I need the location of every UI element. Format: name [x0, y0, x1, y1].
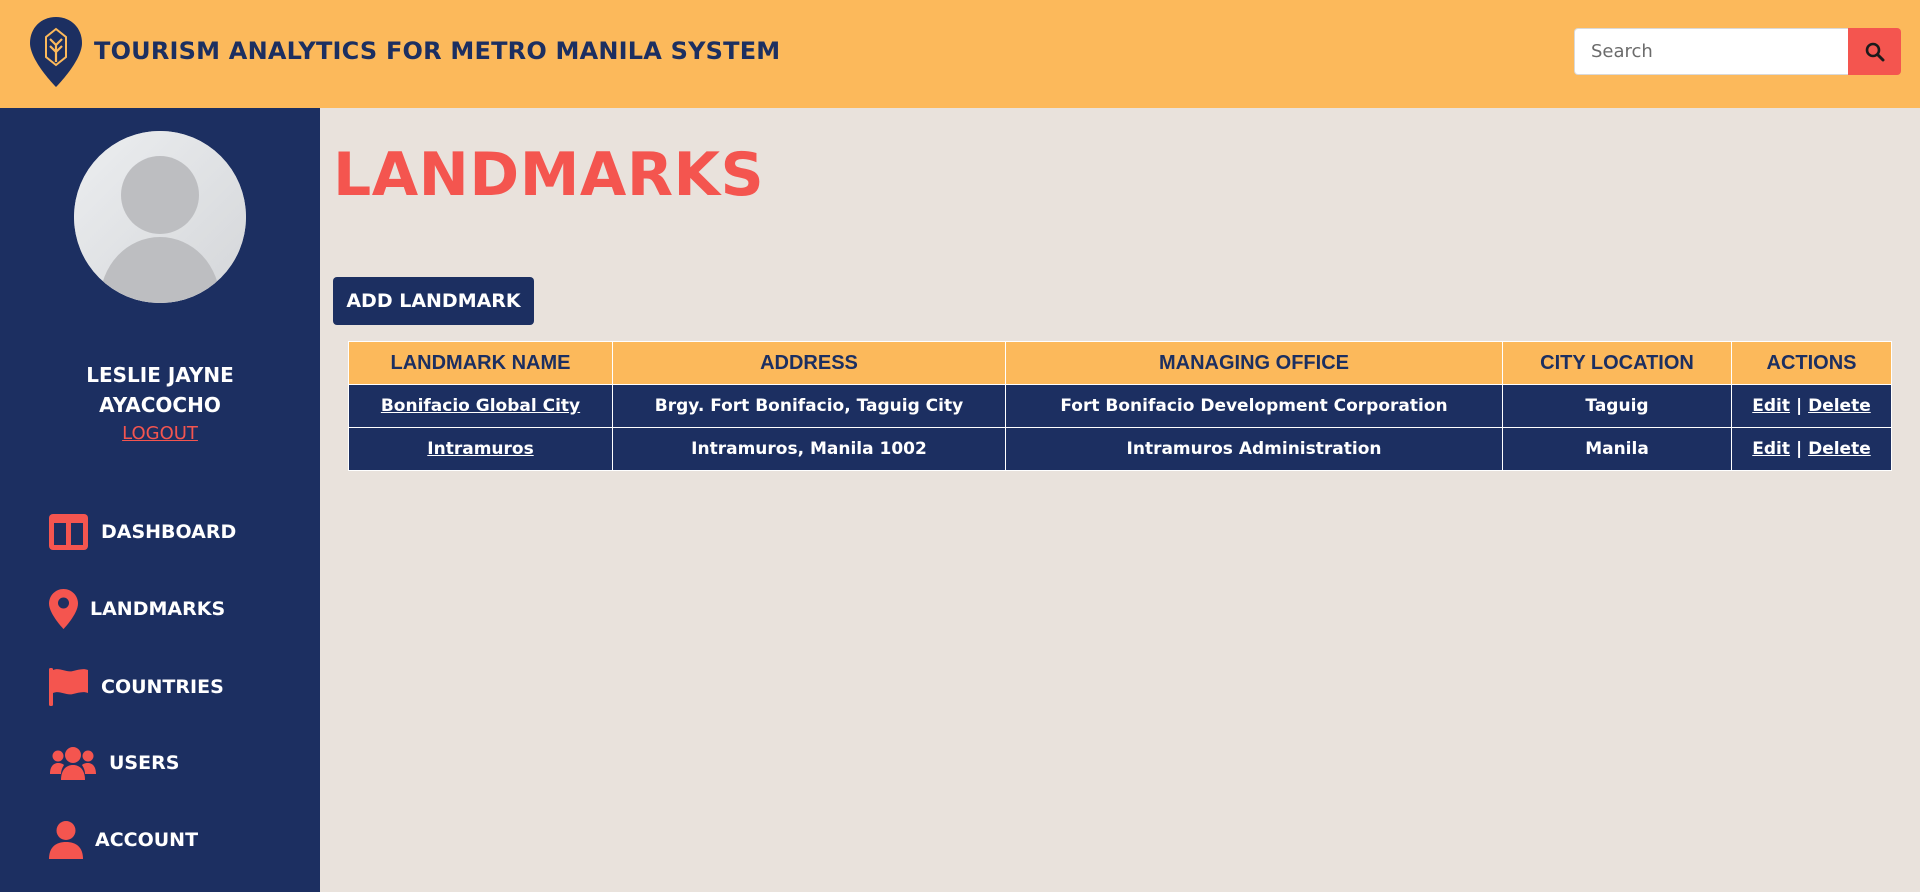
- cell-city-location: Taguig: [1502, 384, 1732, 428]
- app-title: TOURISM ANALYTICS FOR METRO MANILA SYSTE…: [94, 37, 781, 65]
- user-name: LESLIE JAYNE AYACOCHO: [0, 360, 320, 420]
- user-last-name: AYACOCHO: [99, 393, 221, 417]
- search-bar: [1574, 28, 1901, 75]
- cell-landmark-name: Intramuros: [348, 427, 613, 471]
- column-header-city-location: CITY LOCATION: [1502, 341, 1732, 385]
- cell-managing-office: Intramuros Administration: [1005, 427, 1503, 471]
- map-marker-icon: [49, 589, 78, 629]
- cell-city-location: Manila: [1502, 427, 1732, 471]
- sidebar-item-label: DASHBOARD: [101, 521, 237, 543]
- cell-landmark-name: Bonifacio Global City: [348, 384, 613, 428]
- landmarks-table: LANDMARK NAME ADDRESS MANAGING OFFICE CI…: [348, 341, 1892, 471]
- delete-link[interactable]: Delete: [1808, 396, 1871, 416]
- edit-link[interactable]: Edit: [1752, 396, 1790, 416]
- cell-actions: Edit | Delete: [1731, 427, 1892, 471]
- column-header-address: ADDRESS: [612, 341, 1006, 385]
- sidebar-item-account[interactable]: ACCOUNT: [49, 818, 198, 862]
- table-row: Intramuros Intramuros, Manila 1002 Intra…: [348, 427, 1892, 471]
- action-separator: |: [1795, 396, 1803, 416]
- sidebar-item-countries[interactable]: COUNTRIES: [49, 665, 224, 709]
- edit-link[interactable]: Edit: [1752, 439, 1790, 459]
- cell-address: Intramuros, Manila 1002: [612, 427, 1006, 471]
- users-icon: [49, 746, 97, 780]
- top-header: TOURISM ANALYTICS FOR METRO MANILA SYSTE…: [0, 0, 1920, 108]
- sidebar-item-label: LANDMARKS: [90, 598, 226, 620]
- landmark-name-link[interactable]: Bonifacio Global City: [381, 396, 580, 416]
- user-first-name: LESLIE JAYNE: [86, 363, 234, 387]
- cell-actions: Edit | Delete: [1731, 384, 1892, 428]
- user-avatar-icon: [74, 131, 246, 303]
- column-header-landmark-name: LANDMARK NAME: [348, 341, 613, 385]
- sidebar-item-users[interactable]: USERS: [49, 741, 179, 785]
- sidebar-item-landmarks[interactable]: LANDMARKS: [49, 587, 225, 631]
- flag-icon: [49, 668, 88, 706]
- avatar: [74, 131, 246, 303]
- user-icon: [49, 821, 83, 859]
- page-title: LANDMARKS: [333, 140, 765, 210]
- search-button[interactable]: [1848, 28, 1901, 75]
- table-header-row: LANDMARK NAME ADDRESS MANAGING OFFICE CI…: [348, 341, 1892, 385]
- column-header-actions: ACTIONS: [1731, 341, 1892, 385]
- dashboard-icon: [49, 514, 88, 550]
- sidebar-item-label: COUNTRIES: [101, 676, 224, 698]
- landmark-name-link[interactable]: Intramuros: [427, 439, 533, 459]
- sidebar-item-dashboard[interactable]: DASHBOARD: [49, 510, 236, 554]
- search-icon: [1865, 42, 1884, 61]
- delete-link[interactable]: Delete: [1808, 439, 1871, 459]
- add-landmark-button[interactable]: ADD LANDMARK: [333, 277, 534, 325]
- action-separator: |: [1795, 439, 1803, 459]
- sidebar-item-label: ACCOUNT: [95, 829, 199, 851]
- search-input[interactable]: [1574, 28, 1848, 75]
- logout-link[interactable]: LOGOUT: [0, 423, 320, 444]
- table-row: Bonifacio Global City Brgy. Fort Bonifac…: [348, 384, 1892, 428]
- cell-address: Brgy. Fort Bonifacio, Taguig City: [612, 384, 1006, 428]
- sidebar: LESLIE JAYNE AYACOCHO LOGOUT DASHBOARD L…: [0, 108, 320, 892]
- column-header-managing-office: MANAGING OFFICE: [1005, 341, 1503, 385]
- sidebar-item-label: USERS: [109, 752, 180, 774]
- cell-managing-office: Fort Bonifacio Development Corporation: [1005, 384, 1503, 428]
- map-pin-logo-icon: [30, 17, 82, 87]
